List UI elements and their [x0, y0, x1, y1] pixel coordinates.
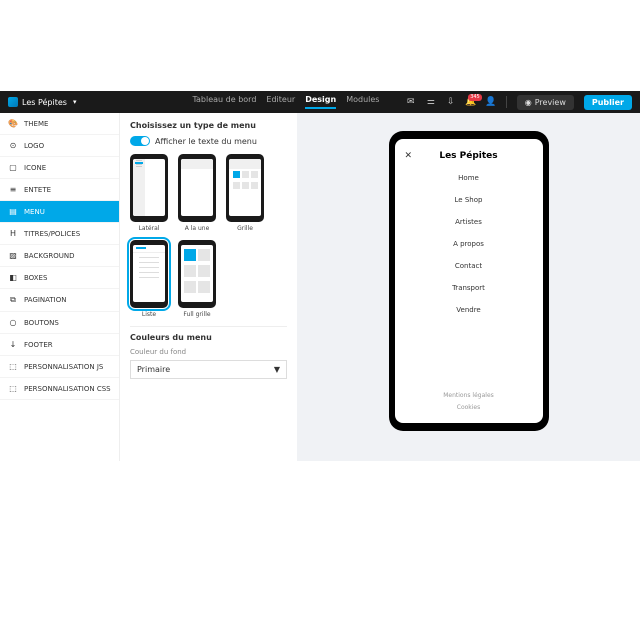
menu-item[interactable]: Artistes [455, 215, 482, 229]
sidebar-item-titres[interactable]: HTITRES/POLICES [0, 223, 119, 245]
sidebar-item-css[interactable]: ⬚PERSONNALISATION CSS [0, 378, 119, 400]
menu-item[interactable]: Contact [455, 259, 482, 273]
preview-menu-list: Home Le Shop Artistes A propos Contact T… [403, 171, 535, 317]
sidebar-item-boxes[interactable]: ◧BOXES [0, 267, 119, 289]
close-icon[interactable]: ✕ [405, 151, 413, 161]
menu-option-lateral[interactable]: Latéral [130, 154, 168, 232]
eye-icon: ◉ [525, 98, 532, 107]
download-icon[interactable]: ⇩ [446, 97, 456, 107]
user-icon[interactable]: 👤 [486, 97, 496, 107]
css-icon: ⬚ [8, 384, 18, 393]
sidebar-item-pagination[interactable]: ⧉PAGINATION [0, 289, 119, 312]
separator [506, 96, 507, 108]
brand-dropdown[interactable]: Les Pépites ▾ [8, 97, 76, 107]
menu-option-liste[interactable]: Liste [130, 240, 168, 318]
sidebar-item-logo[interactable]: ⊙LOGO [0, 135, 119, 157]
menu-option-fullgrille[interactable]: Full grille [178, 240, 216, 318]
titres-icon: H [8, 229, 18, 238]
device-preview: ✕ Les Pépites Home Le Shop Artistes A pr… [297, 113, 640, 461]
footer-link[interactable]: Mentions légales [443, 392, 494, 399]
chevron-down-icon: ▼ [274, 365, 280, 374]
footer-icon: ↓ [8, 340, 18, 349]
sidebar-item-js[interactable]: ⬚PERSONNALISATION JS [0, 356, 119, 378]
menu-item[interactable]: A propos [453, 237, 484, 251]
sidebar-item-icone[interactable]: ▢ICONE [0, 157, 119, 179]
bg-color-select[interactable]: Primaire▼ [130, 360, 287, 379]
boutons-icon: ○ [8, 318, 18, 327]
menu-option-une[interactable]: A la une [178, 154, 216, 232]
topbar: Les Pépites ▾ Tableau de bord Editeur De… [0, 91, 640, 113]
colors-title: Couleurs du menu [130, 333, 287, 342]
sidebar-item-footer[interactable]: ↓FOOTER [0, 334, 119, 356]
nav-design[interactable]: Design [305, 95, 336, 109]
brand-icon [8, 97, 18, 107]
menu-item[interactable]: Home [458, 171, 479, 185]
content-panel: Choisissez un type de menu Afficher le t… [120, 113, 297, 461]
entete-icon: ≡ [8, 185, 18, 194]
preview-title: Les Pépites [439, 151, 497, 161]
menu-option-grille[interactable]: Grille [226, 154, 264, 232]
sidebar-item-theme[interactable]: 🎨THEME [0, 113, 119, 135]
sidebar: 🎨THEME ⊙LOGO ▢ICONE ≡ENTETE ▤MENU HTITRE… [0, 113, 120, 461]
mail-icon[interactable]: ✉ [406, 97, 416, 107]
sidebar-item-background[interactable]: ▨BACKGROUND [0, 245, 119, 267]
nav-dashboard[interactable]: Tableau de bord [192, 95, 256, 109]
background-icon: ▨ [8, 251, 18, 260]
boxes-icon: ◧ [8, 273, 18, 282]
sidebar-item-entete[interactable]: ≡ENTETE [0, 179, 119, 201]
top-nav: Tableau de bord Editeur Design Modules [192, 95, 379, 109]
menu-icon: ▤ [8, 207, 18, 216]
bg-color-label: Couleur du fond [130, 348, 287, 356]
menu-item[interactable]: Vendre [456, 303, 480, 317]
chevron-down-icon: ▾ [73, 98, 77, 106]
preview-button[interactable]: ◉Preview [517, 95, 574, 110]
sliders-icon[interactable]: ⚌ [426, 97, 436, 107]
brand-name: Les Pépites [22, 98, 67, 107]
menu-item[interactable]: Transport [452, 281, 485, 295]
footer-link[interactable]: Cookies [457, 404, 481, 411]
section-title: Choisissez un type de menu [130, 121, 287, 130]
device-frame: ✕ Les Pépites Home Le Shop Artistes A pr… [389, 131, 549, 431]
sidebar-item-boutons[interactable]: ○BOUTONS [0, 312, 119, 334]
show-text-toggle[interactable] [130, 136, 150, 146]
logo-icon: ⊙ [8, 141, 18, 150]
icone-icon: ▢ [8, 163, 18, 172]
nav-modules[interactable]: Modules [346, 95, 379, 109]
publish-button[interactable]: Publier [584, 95, 632, 110]
bell-badge: 345 [468, 94, 482, 101]
bell-icon[interactable]: 🔔345 [466, 97, 476, 107]
menu-item[interactable]: Le Shop [455, 193, 483, 207]
pagination-icon: ⧉ [8, 295, 18, 305]
theme-icon: 🎨 [8, 119, 18, 128]
sidebar-item-menu[interactable]: ▤MENU [0, 201, 119, 223]
nav-editor[interactable]: Editeur [266, 95, 295, 109]
toggle-label: Afficher le texte du menu [155, 137, 257, 146]
js-icon: ⬚ [8, 362, 18, 371]
